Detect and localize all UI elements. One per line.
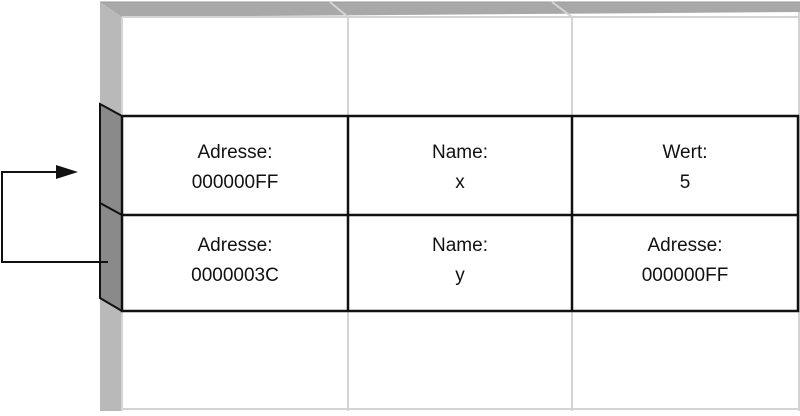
cell-label: Adresse: [197,142,273,163]
cell-label: Name: [432,142,488,163]
memory-grid [1,1,800,411]
left-side-top [100,2,122,116]
cell-value: y [455,265,465,286]
cell-label: Wert: [662,142,708,163]
cell-value: 000000FF [191,172,279,193]
cell-value: 0000003C [191,265,279,286]
cell-value: 5 [679,172,691,193]
cell-row1-address: Adresse: 000000FF [122,138,348,198]
pointer-arrow [1,165,108,263]
cell-row1-name: Name: x [348,138,572,198]
cell-value: x [455,172,465,193]
cell-value: 000000FF [641,265,729,286]
top-face [100,2,800,17]
cell-row2-name: Name: y [348,231,572,291]
cell-row2-address: Adresse: 0000003C [122,231,348,291]
cell-label: Adresse: [197,235,273,256]
cell-label: Name: [432,235,488,256]
cell-label: Adresse: [647,235,723,256]
left-side-highlight [99,102,123,313]
cell-row1-value: Wert: 5 [572,138,798,198]
memory-diagram: Adresse: 000000FF Name: x Wert: 5 Adress… [0,0,800,411]
left-side-bottom [100,298,122,411]
cell-row2-value: Adresse: 000000FF [572,231,798,291]
